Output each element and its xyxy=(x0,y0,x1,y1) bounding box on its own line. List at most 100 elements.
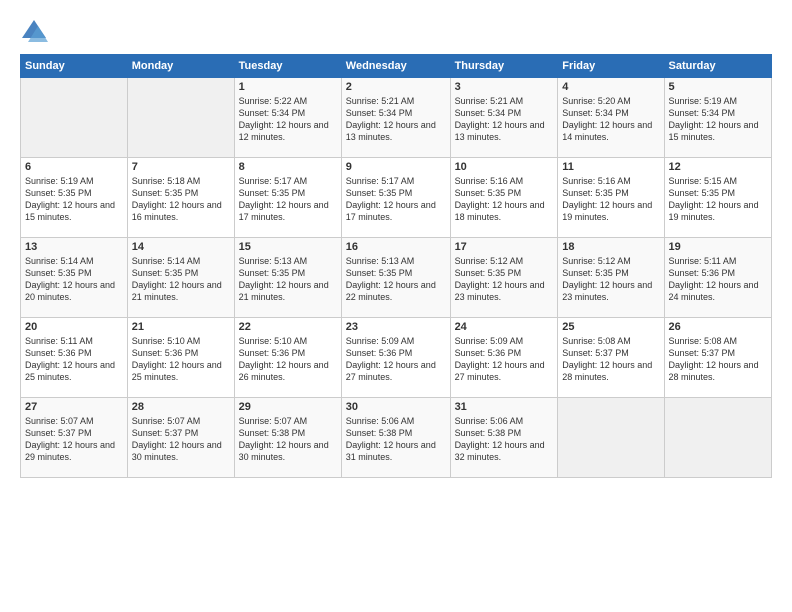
day-number: 24 xyxy=(455,321,554,333)
day-detail: Sunrise: 5:07 AM Sunset: 5:38 PM Dayligh… xyxy=(239,415,337,464)
day-number: 2 xyxy=(346,81,446,93)
day-detail: Sunrise: 5:14 AM Sunset: 5:35 PM Dayligh… xyxy=(25,255,123,304)
day-number: 13 xyxy=(25,241,123,253)
day-number: 28 xyxy=(132,401,230,413)
calendar-cell: 27 Sunrise: 5:07 AM Sunset: 5:37 PM Dayli… xyxy=(21,398,128,478)
day-detail: Sunrise: 5:16 AM Sunset: 5:35 PM Dayligh… xyxy=(455,175,554,224)
day-number: 27 xyxy=(25,401,123,413)
day-detail: Sunrise: 5:22 AM Sunset: 5:34 PM Dayligh… xyxy=(239,95,337,144)
day-detail: Sunrise: 5:21 AM Sunset: 5:34 PM Dayligh… xyxy=(346,95,446,144)
day-number: 26 xyxy=(669,321,767,333)
day-detail: Sunrise: 5:13 AM Sunset: 5:35 PM Dayligh… xyxy=(239,255,337,304)
calendar-cell: 25 Sunrise: 5:08 AM Sunset: 5:37 PM Dayli… xyxy=(558,318,664,398)
page: SundayMondayTuesdayWednesdayThursdayFrid… xyxy=(0,0,792,612)
day-number: 20 xyxy=(25,321,123,333)
day-number: 7 xyxy=(132,161,230,173)
calendar-cell xyxy=(21,78,128,158)
day-number: 23 xyxy=(346,321,446,333)
day-detail: Sunrise: 5:06 AM Sunset: 5:38 PM Dayligh… xyxy=(346,415,446,464)
day-detail: Sunrise: 5:12 AM Sunset: 5:35 PM Dayligh… xyxy=(455,255,554,304)
day-detail: Sunrise: 5:18 AM Sunset: 5:35 PM Dayligh… xyxy=(132,175,230,224)
day-detail: Sunrise: 5:09 AM Sunset: 5:36 PM Dayligh… xyxy=(455,335,554,384)
calendar-cell: 8 Sunrise: 5:17 AM Sunset: 5:35 PM Daylig… xyxy=(234,158,341,238)
day-detail: Sunrise: 5:21 AM Sunset: 5:34 PM Dayligh… xyxy=(455,95,554,144)
calendar-week-1: 1 Sunrise: 5:22 AM Sunset: 5:34 PM Daylig… xyxy=(21,78,772,158)
calendar-cell: 2 Sunrise: 5:21 AM Sunset: 5:34 PM Daylig… xyxy=(341,78,450,158)
calendar-header-tuesday: Tuesday xyxy=(234,55,341,78)
calendar-header-wednesday: Wednesday xyxy=(341,55,450,78)
day-detail: Sunrise: 5:08 AM Sunset: 5:37 PM Dayligh… xyxy=(562,335,659,384)
calendar-cell: 28 Sunrise: 5:07 AM Sunset: 5:37 PM Dayli… xyxy=(127,398,234,478)
day-number: 4 xyxy=(562,81,659,93)
day-number: 25 xyxy=(562,321,659,333)
day-number: 10 xyxy=(455,161,554,173)
calendar-cell: 5Sunrise: 5:19 AM Sunset: 5:34 PM Daylig… xyxy=(664,78,771,158)
calendar-table: SundayMondayTuesdayWednesdayThursdayFrid… xyxy=(20,54,772,478)
day-detail: Sunrise: 5:08 AM Sunset: 5:37 PM Dayligh… xyxy=(669,335,767,384)
calendar-header-friday: Friday xyxy=(558,55,664,78)
day-number: 6 xyxy=(25,161,123,173)
day-number: 11 xyxy=(562,161,659,173)
day-detail: Sunrise: 5:17 AM Sunset: 5:35 PM Dayligh… xyxy=(239,175,337,224)
day-number: 22 xyxy=(239,321,337,333)
logo-icon xyxy=(20,18,48,46)
day-number: 31 xyxy=(455,401,554,413)
day-detail: Sunrise: 5:07 AM Sunset: 5:37 PM Dayligh… xyxy=(132,415,230,464)
day-number: 19 xyxy=(669,241,767,253)
calendar-cell: 13 Sunrise: 5:14 AM Sunset: 5:35 PM Dayli… xyxy=(21,238,128,318)
day-detail: Sunrise: 5:13 AM Sunset: 5:35 PM Dayligh… xyxy=(346,255,446,304)
calendar-cell xyxy=(558,398,664,478)
day-detail: Sunrise: 5:07 AM Sunset: 5:37 PM Dayligh… xyxy=(25,415,123,464)
calendar-cell: 21 Sunrise: 5:10 AM Sunset: 5:36 PM Dayli… xyxy=(127,318,234,398)
calendar-cell: 12Sunrise: 5:15 AM Sunset: 5:35 PM Dayli… xyxy=(664,158,771,238)
calendar-cell xyxy=(127,78,234,158)
calendar-cell: 23Sunrise: 5:09 AM Sunset: 5:36 PM Dayli… xyxy=(341,318,450,398)
day-detail: Sunrise: 5:19 AM Sunset: 5:34 PM Dayligh… xyxy=(669,95,767,144)
calendar-week-3: 13 Sunrise: 5:14 AM Sunset: 5:35 PM Dayli… xyxy=(21,238,772,318)
logo xyxy=(20,18,52,46)
calendar-cell: 31 Sunrise: 5:06 AM Sunset: 5:38 PM Dayli… xyxy=(450,398,558,478)
calendar-cell: 30 Sunrise: 5:06 AM Sunset: 5:38 PM Dayli… xyxy=(341,398,450,478)
calendar-cell: 7 Sunrise: 5:18 AM Sunset: 5:35 PM Daylig… xyxy=(127,158,234,238)
day-detail: Sunrise: 5:10 AM Sunset: 5:36 PM Dayligh… xyxy=(239,335,337,384)
calendar-cell: 11 Sunrise: 5:16 AM Sunset: 5:35 PM Dayli… xyxy=(558,158,664,238)
day-detail: Sunrise: 5:17 AM Sunset: 5:35 PM Dayligh… xyxy=(346,175,446,224)
calendar-header-row: SundayMondayTuesdayWednesdayThursdayFrid… xyxy=(21,55,772,78)
calendar-cell: 4Sunrise: 5:20 AM Sunset: 5:34 PM Daylig… xyxy=(558,78,664,158)
calendar-cell xyxy=(664,398,771,478)
calendar-body: 1 Sunrise: 5:22 AM Sunset: 5:34 PM Daylig… xyxy=(21,78,772,478)
calendar-header-sunday: Sunday xyxy=(21,55,128,78)
day-detail: Sunrise: 5:11 AM Sunset: 5:36 PM Dayligh… xyxy=(25,335,123,384)
calendar-cell: 19 Sunrise: 5:11 AM Sunset: 5:36 PM Dayli… xyxy=(664,238,771,318)
calendar-cell: 9 Sunrise: 5:17 AM Sunset: 5:35 PM Daylig… xyxy=(341,158,450,238)
day-detail: Sunrise: 5:12 AM Sunset: 5:35 PM Dayligh… xyxy=(562,255,659,304)
calendar-cell: 22 Sunrise: 5:10 AM Sunset: 5:36 PM Dayli… xyxy=(234,318,341,398)
calendar-cell: 17Sunrise: 5:12 AM Sunset: 5:35 PM Dayli… xyxy=(450,238,558,318)
day-number: 8 xyxy=(239,161,337,173)
day-number: 16 xyxy=(346,241,446,253)
calendar-header-saturday: Saturday xyxy=(664,55,771,78)
day-number: 21 xyxy=(132,321,230,333)
header xyxy=(20,18,772,46)
calendar-cell: 20 Sunrise: 5:11 AM Sunset: 5:36 PM Dayli… xyxy=(21,318,128,398)
calendar-cell: 26 Sunrise: 5:08 AM Sunset: 5:37 PM Dayli… xyxy=(664,318,771,398)
calendar-week-2: 6Sunrise: 5:19 AM Sunset: 5:35 PM Daylig… xyxy=(21,158,772,238)
day-detail: Sunrise: 5:10 AM Sunset: 5:36 PM Dayligh… xyxy=(132,335,230,384)
calendar-cell: 15 Sunrise: 5:13 AM Sunset: 5:35 PM Dayli… xyxy=(234,238,341,318)
calendar-cell: 1 Sunrise: 5:22 AM Sunset: 5:34 PM Daylig… xyxy=(234,78,341,158)
day-detail: Sunrise: 5:11 AM Sunset: 5:36 PM Dayligh… xyxy=(669,255,767,304)
day-detail: Sunrise: 5:06 AM Sunset: 5:38 PM Dayligh… xyxy=(455,415,554,464)
calendar-cell: 6Sunrise: 5:19 AM Sunset: 5:35 PM Daylig… xyxy=(21,158,128,238)
day-detail: Sunrise: 5:16 AM Sunset: 5:35 PM Dayligh… xyxy=(562,175,659,224)
day-number: 1 xyxy=(239,81,337,93)
calendar-week-5: 27 Sunrise: 5:07 AM Sunset: 5:37 PM Dayli… xyxy=(21,398,772,478)
calendar-week-4: 20 Sunrise: 5:11 AM Sunset: 5:36 PM Dayli… xyxy=(21,318,772,398)
day-number: 30 xyxy=(346,401,446,413)
day-number: 9 xyxy=(346,161,446,173)
calendar-cell: 10 Sunrise: 5:16 AM Sunset: 5:35 PM Dayli… xyxy=(450,158,558,238)
day-number: 15 xyxy=(239,241,337,253)
calendar-cell: 3Sunrise: 5:21 AM Sunset: 5:34 PM Daylig… xyxy=(450,78,558,158)
calendar-cell: 14Sunrise: 5:14 AM Sunset: 5:35 PM Dayli… xyxy=(127,238,234,318)
calendar-cell: 24 Sunrise: 5:09 AM Sunset: 5:36 PM Dayli… xyxy=(450,318,558,398)
calendar-cell: 29Sunrise: 5:07 AM Sunset: 5:38 PM Dayli… xyxy=(234,398,341,478)
